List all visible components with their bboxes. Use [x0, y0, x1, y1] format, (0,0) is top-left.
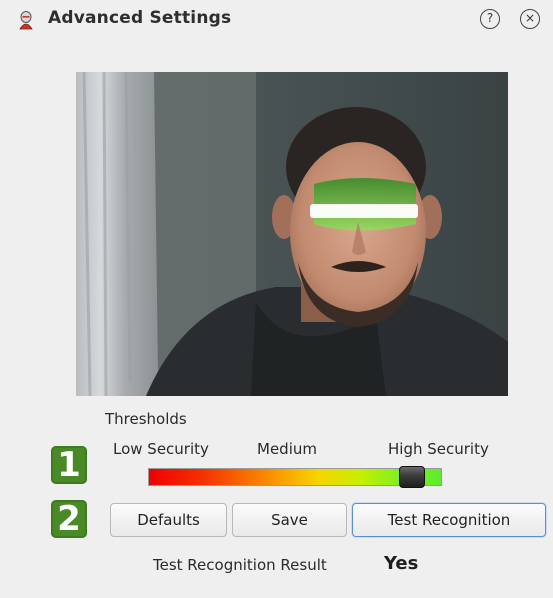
defaults-button[interactable]: Defaults: [110, 503, 227, 537]
test-recognition-button[interactable]: Test Recognition: [352, 503, 546, 537]
step-badge-1: 1: [51, 446, 87, 484]
test-recognition-result-value: Yes: [384, 553, 419, 574]
thresholds-label: Thresholds: [105, 410, 187, 428]
threshold-slider-handle[interactable]: [399, 466, 425, 488]
close-icon[interactable]: ×: [520, 9, 540, 29]
help-icon[interactable]: ?: [480, 9, 500, 29]
tick-label-medium: Medium: [257, 440, 317, 458]
tick-label-low-security: Low Security: [113, 440, 209, 458]
step-badge-2: 2: [51, 500, 87, 538]
test-recognition-result-label: Test Recognition Result: [153, 556, 327, 574]
camera-preview: [76, 72, 508, 396]
advanced-settings-window: Advanced Settings ? × Thresholds 1 Low S…: [0, 0, 553, 598]
camera-preview-image: [76, 72, 508, 396]
face-app-icon: [16, 10, 36, 30]
tick-label-high-security: High Security: [388, 440, 489, 458]
window-title: Advanced Settings: [48, 8, 232, 28]
title-bar[interactable]: Advanced Settings ? ×: [0, 0, 553, 40]
threshold-slider[interactable]: [148, 466, 442, 488]
save-button[interactable]: Save: [232, 503, 347, 537]
